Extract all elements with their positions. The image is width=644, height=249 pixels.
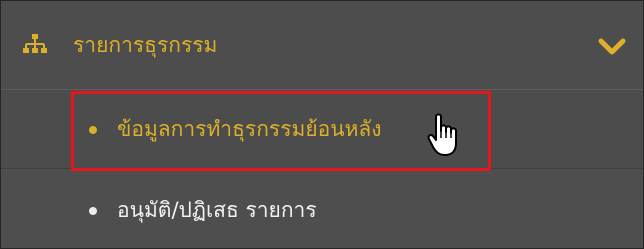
organization-chart-icon <box>23 34 47 53</box>
submenu-item-label: อนุมัติ/ปฏิเสธ รายการ <box>117 198 317 222</box>
chevron-down-icon[interactable] <box>597 37 627 57</box>
submenu-item-label: ข้อมูลการทำธุรกรรมย้อนหลัง <box>117 117 382 141</box>
menu-header-label: รายการธุรกรรม <box>73 33 218 57</box>
submenu-item-transaction-history[interactable]: ข้อมูลการทำธุรกรรมย้อนหลัง <box>1 90 643 169</box>
menu-header-transactions[interactable]: รายการธุรกรรม <box>1 1 643 90</box>
bullet-icon <box>89 207 97 215</box>
hand-pointer-icon <box>427 113 457 156</box>
submenu-item-approve-reject[interactable]: อนุมัติ/ปฏิเสธ รายการ <box>1 169 643 248</box>
bullet-icon <box>89 126 97 134</box>
sidebar-menu: รายการธุรกรรม ข้อมูลการทำธุรกรรมย้อนหลัง… <box>0 0 644 249</box>
